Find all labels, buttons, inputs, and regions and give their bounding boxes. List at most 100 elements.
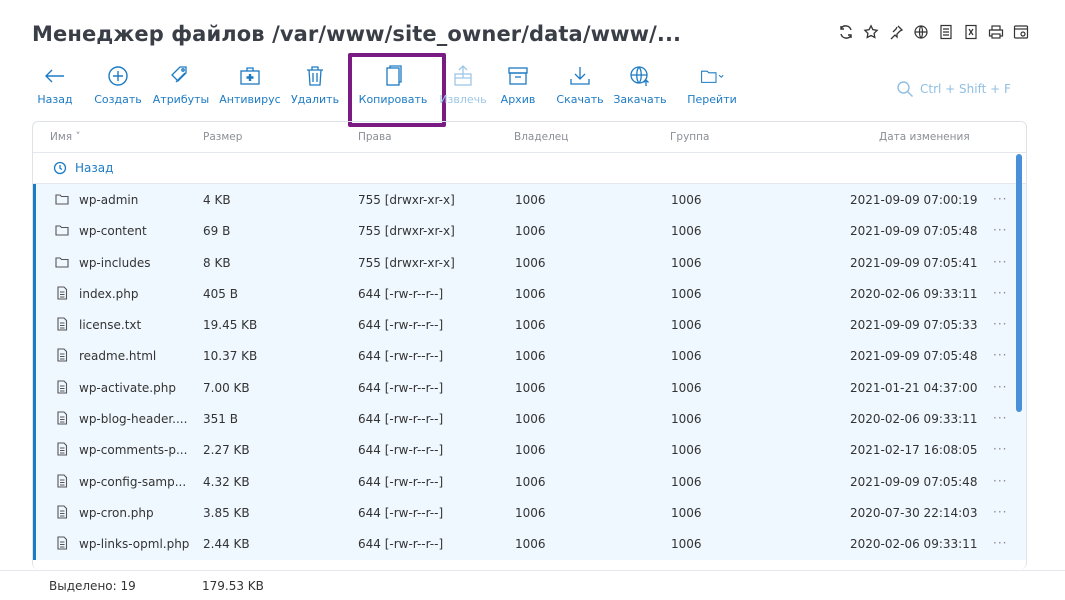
row-group: 1006 [671, 255, 702, 270]
document-icon[interactable] [937, 22, 954, 42]
trash-icon [303, 62, 327, 90]
row-menu-button[interactable]: ··· [993, 380, 1007, 394]
row-name[interactable]: wp-links-opml.php [79, 537, 189, 551]
row-rights: 644 [-rw-r--r--] [358, 505, 444, 520]
row-name[interactable]: license.txt [79, 318, 141, 332]
archive-label: Архив [500, 93, 536, 106]
row-menu-button[interactable]: ··· [993, 192, 1007, 206]
row-menu-button[interactable]: ··· [993, 317, 1007, 331]
search-icon [897, 81, 913, 97]
row-owner: 1006 [515, 537, 546, 552]
row-menu-button[interactable]: ··· [993, 536, 1007, 550]
row-name[interactable]: wp-comments-p... [79, 443, 187, 457]
table-row[interactable]: wp-comments-p... 2.27 KB 644 [-rw-r--r--] 1… [33, 434, 1026, 466]
row-rights: 644 [-rw-r--r--] [358, 318, 444, 333]
row-rights: 755 [drwxr-xr-x] [358, 193, 455, 207]
table-header: Имя ˅ Размер Права Владелец Группа Дата … [33, 122, 1026, 153]
row-menu-button[interactable]: ··· [993, 348, 1007, 362]
antivirus-button[interactable]: Антивирус [215, 62, 285, 106]
row-modified: 2021-09-09 07:05:41 [850, 255, 978, 270]
table-row[interactable]: readme.html 10.37 KB 644 [-rw-r--r--] 1006 1… [33, 340, 1026, 372]
print-icon[interactable] [987, 22, 1004, 42]
table-row[interactable]: wp-admin 4 KB 755 [drwxr-xr-x] 1006 1006 2021… [33, 184, 1026, 216]
row-modified: 2020-02-06 09:33:11 [850, 412, 978, 427]
file-icon [55, 380, 69, 394]
extract-label: Извлечь [439, 93, 487, 106]
row-rights: 644 [-rw-r--r--] [358, 474, 444, 489]
file-rows: wp-admin 4 KB 755 [drwxr-xr-x] 1006 1006 2021… [33, 184, 1026, 560]
row-name[interactable]: wp-admin [79, 193, 138, 207]
row-modified: 2020-02-06 09:33:11 [850, 286, 978, 301]
column-group[interactable]: Группа [670, 131, 709, 143]
copy-icon [381, 62, 405, 90]
delete-button[interactable]: Удалить [280, 62, 350, 106]
globe-icon[interactable] [912, 22, 929, 42]
row-name[interactable]: readme.html [79, 349, 156, 363]
search-shortcut[interactable]: Ctrl + Shift + F [896, 80, 1011, 98]
download-icon [568, 62, 592, 90]
table-row[interactable]: wp-blog-header.... 351 B 644 [-rw-r--r--] 1… [33, 403, 1026, 435]
back-button[interactable]: Назад [20, 62, 90, 106]
row-rights: 755 [drwxr-xr-x] [358, 224, 455, 239]
copy-button[interactable]: Копировать [348, 53, 446, 127]
table-row[interactable]: wp-cron.php 3.85 KB 644 [-rw-r--r--] 1006 10… [33, 496, 1026, 529]
column-rights[interactable]: Права [358, 131, 392, 143]
table-row[interactable]: wp-activate.php 7.00 KB 644 [-rw-r--r--] 10… [33, 371, 1026, 404]
selected-size: 179.53 KB [202, 579, 264, 593]
column-name[interactable]: Имя ˅ [50, 131, 81, 143]
pin-icon[interactable] [887, 22, 904, 42]
row-name[interactable]: wp-includes [79, 256, 151, 270]
table-row[interactable]: wp-includes 8 KB 755 [drwxr-xr-x] 1006 1006 2… [33, 246, 1026, 278]
row-menu-button[interactable]: ··· [993, 442, 1007, 456]
column-modified[interactable]: Дата изменения [879, 131, 970, 143]
back-row[interactable]: Назад [33, 153, 1026, 184]
fetch-label: Закачать [613, 93, 667, 106]
selected-count: Выделено: 19 [49, 579, 136, 593]
folder-icon [55, 255, 69, 269]
row-name[interactable]: wp-activate.php [79, 381, 176, 395]
copy-label: Копировать [358, 93, 428, 106]
create-button[interactable]: Создать [83, 62, 153, 106]
folder-icon [55, 223, 69, 237]
table-row[interactable]: license.txt 19.45 KB 644 [-rw-r--r--] 1006 1… [33, 309, 1026, 341]
fetch-button[interactable]: Закачать [605, 62, 675, 106]
row-name[interactable]: wp-blog-header.... [79, 412, 187, 426]
goto-button[interactable]: Перейти [677, 62, 747, 106]
table-row[interactable]: wp-config-samp... 4.32 KB 644 [-rw-r--r--]… [33, 465, 1026, 497]
row-menu-button[interactable]: ··· [993, 474, 1007, 488]
top-icons-bar [837, 22, 1029, 42]
row-menu-button[interactable]: ··· [993, 505, 1007, 519]
refresh-icon[interactable] [837, 22, 854, 42]
scrollbar[interactable] [1016, 154, 1022, 412]
row-modified: 2021-09-09 07:05:48 [850, 349, 978, 364]
row-menu-button[interactable]: ··· [993, 411, 1007, 425]
column-size[interactable]: Размер [203, 131, 242, 143]
file-icon [55, 286, 69, 300]
tags-icon [169, 62, 193, 90]
row-modified: 2021-02-17 16:08:05 [850, 443, 978, 458]
back-row-label: Назад [75, 161, 114, 175]
row-owner: 1006 [515, 474, 546, 489]
row-menu-button[interactable]: ··· [993, 223, 1007, 237]
row-size: 3.85 KB [203, 505, 250, 520]
file-icon [55, 536, 69, 550]
row-name[interactable]: wp-content [79, 224, 147, 238]
row-menu-button[interactable]: ··· [993, 286, 1007, 300]
row-group: 1006 [671, 193, 702, 207]
star-icon[interactable] [862, 22, 879, 42]
row-menu-button[interactable]: ··· [993, 255, 1007, 269]
goto-label: Перейти [687, 93, 737, 106]
row-name[interactable]: wp-config-samp... [79, 475, 186, 489]
table-row[interactable]: wp-content 69 B 755 [drwxr-xr-x] 1006 1006 20… [33, 215, 1026, 247]
attributes-button[interactable]: Атрибуты [146, 62, 216, 106]
column-name-label: Имя [50, 131, 73, 143]
column-owner[interactable]: Владелец [514, 131, 568, 143]
window-icon[interactable] [1012, 22, 1029, 42]
book-icon[interactable] [962, 22, 979, 42]
archive-button[interactable]: Архив [483, 62, 553, 106]
row-name[interactable]: wp-cron.php [79, 506, 154, 520]
plus-circle-icon [106, 62, 130, 90]
table-row[interactable]: wp-links-opml.php 2.44 KB 644 [-rw-r--r--]… [33, 528, 1026, 560]
row-name[interactable]: index.php [79, 287, 138, 301]
table-row[interactable]: index.php 405 B 644 [-rw-r--r--] 1006 1006 20… [33, 277, 1026, 310]
